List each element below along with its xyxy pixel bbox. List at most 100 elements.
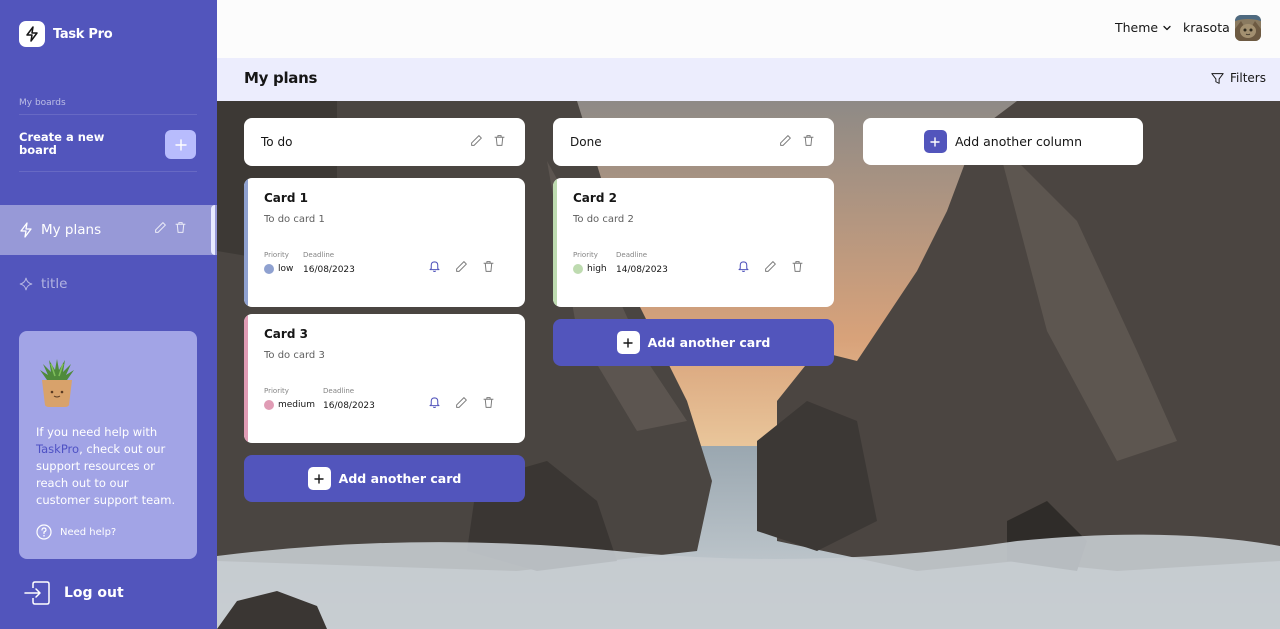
bell-icon[interactable]: [428, 259, 441, 273]
priority-stripe: [244, 178, 248, 307]
column-header-done: Done: [553, 118, 834, 166]
priority-dot: [264, 400, 274, 410]
priority-value: high: [587, 264, 607, 274]
deadline-value: 14/08/2023: [616, 265, 668, 275]
task-card[interactable]: Card 1 To do card 1 Priority Deadline lo…: [244, 178, 525, 307]
help-text-part: If you need help with: [36, 425, 158, 439]
column-title: Done: [570, 135, 602, 149]
theme-label: Theme: [1115, 20, 1159, 35]
lightning-icon: [19, 222, 33, 238]
board-actions: [154, 221, 187, 234]
column-actions: [470, 134, 506, 147]
need-help-label: Need help?: [60, 526, 117, 538]
avatar[interactable]: [1235, 15, 1261, 41]
trash-icon[interactable]: [482, 396, 495, 409]
app-logo[interactable]: Task Pro: [19, 21, 113, 47]
sidebar-item-label: My plans: [41, 222, 102, 238]
priority-indicator: high: [573, 264, 607, 274]
trash-icon[interactable]: [493, 134, 506, 147]
filter-icon: [1211, 72, 1224, 84]
create-board-button[interactable]: [165, 130, 196, 159]
card-title: Card 3: [264, 327, 308, 341]
app-name: Task Pro: [53, 26, 113, 42]
taskpro-link[interactable]: TaskPro: [36, 442, 79, 456]
add-card-button[interactable]: Add another card: [553, 319, 834, 366]
card-description: To do card 1: [264, 214, 325, 225]
trash-icon[interactable]: [791, 260, 804, 273]
task-card[interactable]: Card 2 To do card 2 Priority Deadline hi…: [553, 178, 834, 307]
priority-indicator: medium: [264, 400, 315, 410]
filters-label: Filters: [1230, 71, 1266, 85]
pencil-icon[interactable]: [779, 134, 792, 147]
sparkle-icon: [19, 277, 33, 291]
board-canvas: To do Card 1 To do card 1 Priority Deadl…: [217, 101, 1280, 629]
column-actions: [779, 134, 815, 147]
priority-value: medium: [278, 400, 315, 410]
priority-label: Priority: [264, 387, 289, 395]
plus-icon: [923, 130, 947, 153]
pencil-icon[interactable]: [455, 396, 468, 409]
pencil-icon[interactable]: [764, 260, 777, 273]
logout-icon: [24, 581, 50, 605]
sidebar-item-my-plans[interactable]: My plans: [0, 205, 217, 255]
plus-icon: [307, 467, 331, 490]
priority-indicator: low: [264, 264, 293, 274]
card-actions: [428, 395, 495, 409]
trash-icon[interactable]: [482, 260, 495, 273]
filters-button[interactable]: Filters: [1211, 71, 1266, 85]
priority-label: Priority: [264, 251, 289, 259]
theme-selector[interactable]: Theme: [1115, 20, 1172, 35]
column-title: To do: [261, 135, 293, 149]
priority-dot: [264, 264, 274, 274]
plus-icon: [174, 138, 187, 151]
pencil-icon[interactable]: [154, 221, 167, 234]
plus-icon: [616, 331, 640, 354]
card-actions: [428, 259, 495, 273]
add-card-label: Add another card: [338, 471, 462, 486]
create-board-label: Create a new board: [19, 130, 105, 157]
deadline-label: Deadline: [323, 387, 355, 395]
deadline-label: Deadline: [616, 251, 648, 259]
add-column-button[interactable]: Add another column: [863, 118, 1143, 165]
priority-label: Priority: [573, 251, 598, 259]
logout-label: Log out: [64, 585, 124, 601]
my-boards-label: My boards: [19, 98, 66, 108]
help-text: If you need help with TaskPro, check out…: [36, 424, 186, 509]
add-card-button[interactable]: Add another card: [244, 455, 525, 502]
deadline-label: Deadline: [303, 251, 335, 259]
help-card: If you need help with TaskPro, check out…: [19, 331, 197, 559]
trash-icon[interactable]: [174, 221, 187, 234]
board-bar: My plans Filters: [217, 58, 1280, 101]
bell-icon[interactable]: [428, 395, 441, 409]
column-header-todo: To do: [244, 118, 525, 166]
question-icon: [36, 524, 52, 540]
priority-dot: [573, 264, 583, 274]
priority-value: low: [278, 264, 294, 274]
card-description: To do card 2: [573, 214, 634, 225]
sidebar: Task Pro My boards Create a new board My…: [0, 0, 217, 629]
lightning-icon: [19, 21, 45, 47]
card-description: To do card 3: [264, 350, 325, 361]
priority-stripe: [244, 314, 248, 443]
deadline-value: 16/08/2023: [323, 401, 375, 411]
card-actions: [737, 259, 804, 273]
logout-button[interactable]: Log out: [24, 581, 124, 605]
priority-stripe: [553, 178, 557, 307]
add-column-label: Add another column: [954, 134, 1083, 149]
sidebar-item-title[interactable]: title: [0, 259, 217, 309]
sidebar-item-label: title: [41, 276, 68, 292]
username[interactable]: krasota: [1183, 20, 1230, 35]
add-card-label: Add another card: [647, 335, 771, 350]
chevron-down-icon: [1163, 25, 1171, 30]
pencil-icon[interactable]: [470, 134, 483, 147]
task-card[interactable]: Card 3 To do card 3 Priority Deadline me…: [244, 314, 525, 443]
need-help-link[interactable]: Need help?: [36, 524, 116, 540]
pencil-icon[interactable]: [455, 260, 468, 273]
top-header: Theme krasota: [217, 0, 1280, 58]
card-title: Card 1: [264, 191, 308, 205]
cactus-icon: [40, 359, 74, 407]
bell-icon[interactable]: [737, 259, 750, 273]
card-title: Card 2: [573, 191, 617, 205]
create-board-section: Create a new board: [19, 114, 197, 172]
trash-icon[interactable]: [802, 134, 815, 147]
